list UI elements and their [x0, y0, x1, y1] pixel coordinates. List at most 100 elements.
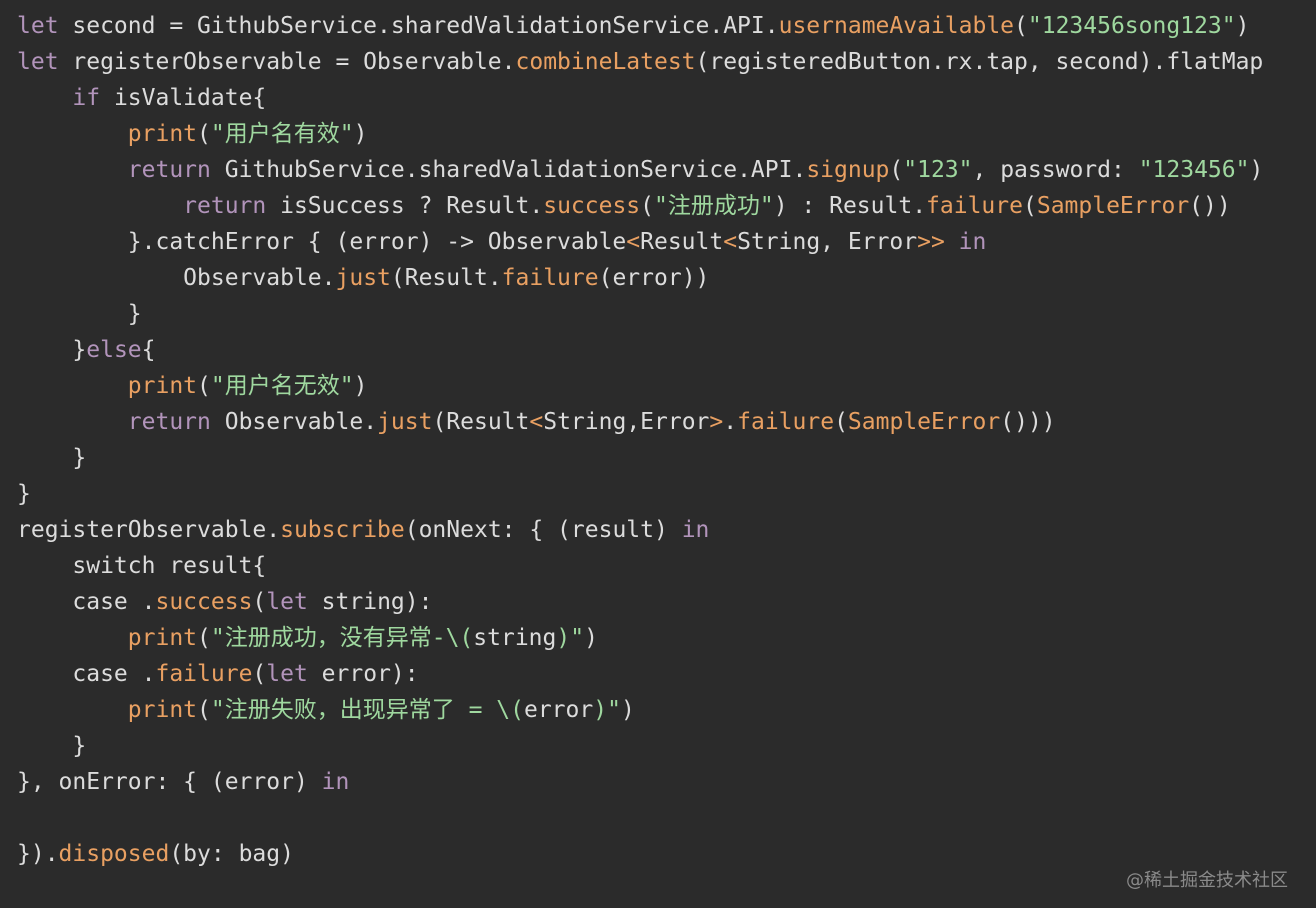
function-token: just: [377, 409, 433, 435]
code-token: }: [17, 301, 142, 327]
code-token: }: [17, 481, 31, 507]
function-token: failure: [737, 409, 835, 435]
code-line: Observable.just(Result.failure(error)): [17, 260, 1316, 296]
keyword-token: let: [17, 13, 59, 39]
code-token: String, Error: [737, 229, 918, 255]
function-token: SampleError: [847, 409, 1001, 435]
function-token: >>: [917, 229, 945, 255]
code-token: registerObservable = Observable.: [58, 49, 516, 75]
code-token: error):: [307, 661, 419, 687]
code-token: }: [17, 337, 87, 363]
code-token: registerObservable.: [17, 517, 281, 543]
keyword-token: in: [321, 769, 350, 795]
keyword-token: in: [958, 229, 987, 255]
code-token: ): [1249, 157, 1264, 183]
code-token: }.catchError { (error) -> Observable: [17, 229, 627, 255]
string-token: "123456song123": [1027, 13, 1236, 39]
code-line: registerObservable.subscribe(onNext: { (…: [17, 512, 1316, 548]
code-token: GithubService.sharedValidationService.AP…: [210, 157, 807, 183]
function-token: success: [543, 193, 641, 219]
code-token: isSuccess ? Result.: [266, 193, 544, 219]
code-token: isValidate{: [100, 85, 267, 111]
code-token: (: [640, 193, 655, 219]
code-line: }: [17, 296, 1316, 332]
code-line: }: [17, 476, 1316, 512]
function-token: failure: [501, 265, 599, 291]
string-token: "123456": [1138, 157, 1250, 183]
code-token: (onNext: { (result): [404, 517, 682, 543]
code-token: (: [197, 373, 211, 399]
code-line: let second = GithubService.sharedValidat…: [17, 8, 1316, 44]
code-token: case .: [17, 661, 156, 687]
keyword-token: return: [127, 409, 211, 435]
code-line: print("用户名无效"): [17, 368, 1316, 404]
string-token: )": [556, 625, 585, 651]
code-token: ): [620, 697, 635, 723]
function-token: print: [127, 625, 198, 651]
code-token: .: [723, 409, 738, 435]
keyword-token: let: [266, 589, 308, 615]
code-token: Observable.: [17, 265, 336, 291]
code-token: ) : Result.: [773, 193, 927, 219]
code-line: }.catchError { (error) -> Observable<Res…: [17, 224, 1316, 260]
function-token: <: [529, 409, 544, 435]
function-token: subscribe: [280, 517, 405, 543]
code-line: print("用户名有效"): [17, 116, 1316, 152]
code-line: }: [17, 440, 1316, 476]
code-line: }, onError: { (error) in: [17, 764, 1316, 800]
code-line: return GithubService.sharedValidationSer…: [17, 152, 1316, 188]
code-token: error: [523, 697, 594, 723]
function-token: >: [709, 409, 724, 435]
code-line: case .failure(let error):: [17, 656, 1316, 692]
code-token: }: [17, 445, 87, 471]
code-token: (Result: [432, 409, 530, 435]
code-line: if isValidate{: [17, 80, 1316, 116]
code-line: print("注册失败，出现异常了 = \(error)"): [17, 692, 1316, 728]
string-token: "注册成功": [654, 193, 774, 219]
code-token: ): [1235, 13, 1250, 39]
string-token: "注册成功，没有异常-\(: [210, 625, 474, 651]
keyword-token: return: [183, 193, 267, 219]
code-line: }: [17, 728, 1316, 764]
code-line: return Observable.just(Result<String,Err…: [17, 404, 1316, 440]
function-token: failure: [155, 661, 253, 687]
code-token: Result: [640, 229, 724, 255]
code-token: ): [353, 121, 368, 147]
code-token: (: [834, 409, 848, 435]
function-token: SampleError: [1036, 193, 1190, 219]
code-token: case .: [17, 589, 156, 615]
code-line: }else{: [17, 332, 1316, 368]
code-token: string):: [307, 589, 433, 615]
code-line: return isSuccess ? Result.success("注册成功"…: [17, 188, 1316, 224]
code-line: case .success(let string):: [17, 584, 1316, 620]
code-editor: let second = GithubService.sharedValidat…: [0, 0, 1316, 908]
code-token: second = GithubService.sharedValidationS…: [58, 13, 779, 39]
function-token: print: [127, 121, 198, 147]
code-token: ()): [1189, 193, 1231, 219]
code-token: }, onError: { (error): [17, 769, 322, 795]
function-token: failure: [926, 193, 1023, 219]
function-token: disposed: [58, 841, 170, 867]
code-token: switch result{: [17, 553, 267, 579]
function-token: print: [127, 697, 198, 723]
function-token: just: [335, 265, 391, 291]
code-line: }).disposed(by: bag): [17, 836, 1316, 872]
code-token: (: [252, 661, 267, 687]
code-token: (: [1014, 13, 1028, 39]
keyword-token: else: [86, 337, 142, 363]
string-token: )": [593, 697, 621, 723]
function-token: print: [127, 373, 198, 399]
code-token: {: [141, 337, 156, 363]
function-token: signup: [806, 157, 890, 183]
code-token: String,Error: [543, 409, 710, 435]
function-token: <: [626, 229, 641, 255]
keyword-token: in: [681, 517, 710, 543]
code-line: switch result{: [17, 548, 1316, 584]
code-token: ())): [1000, 409, 1056, 435]
